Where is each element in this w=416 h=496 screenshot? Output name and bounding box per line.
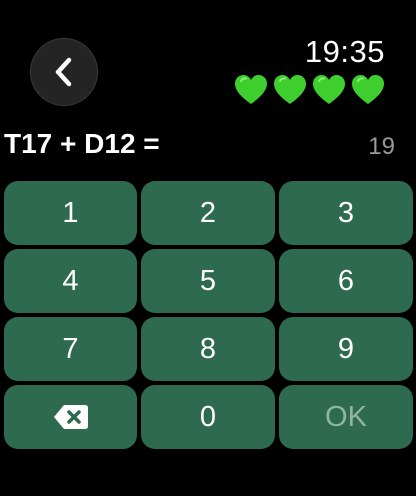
back-button[interactable] [30,38,98,106]
lives-hearts [233,72,386,108]
key-6[interactable]: 6 [279,249,413,313]
backspace-icon [53,405,88,429]
key-3[interactable]: 3 [279,181,413,245]
key-2[interactable]: 2 [141,181,275,245]
green-heart-icon [313,75,345,104]
key-4[interactable]: 4 [4,249,137,313]
green-heart-icon [274,75,306,104]
key-9[interactable]: 9 [279,317,413,381]
number-keypad: 1 2 3 4 5 6 7 8 9 0 OK [4,181,413,449]
answer-display: 19 [368,133,395,160]
key-5[interactable]: 5 [141,249,275,313]
equation-text: T17 + D12 = [4,128,160,159]
green-heart-icon [352,75,384,104]
chevron-left-icon [55,57,72,87]
clock-time: 19:35 [304,34,385,69]
key-1[interactable]: 1 [4,181,137,245]
key-7[interactable]: 7 [4,317,137,381]
key-0[interactable]: 0 [141,385,275,449]
ok-button[interactable]: OK [279,385,413,449]
green-heart-icon [235,75,267,104]
delete-button[interactable] [4,385,137,449]
key-8[interactable]: 8 [141,317,275,381]
